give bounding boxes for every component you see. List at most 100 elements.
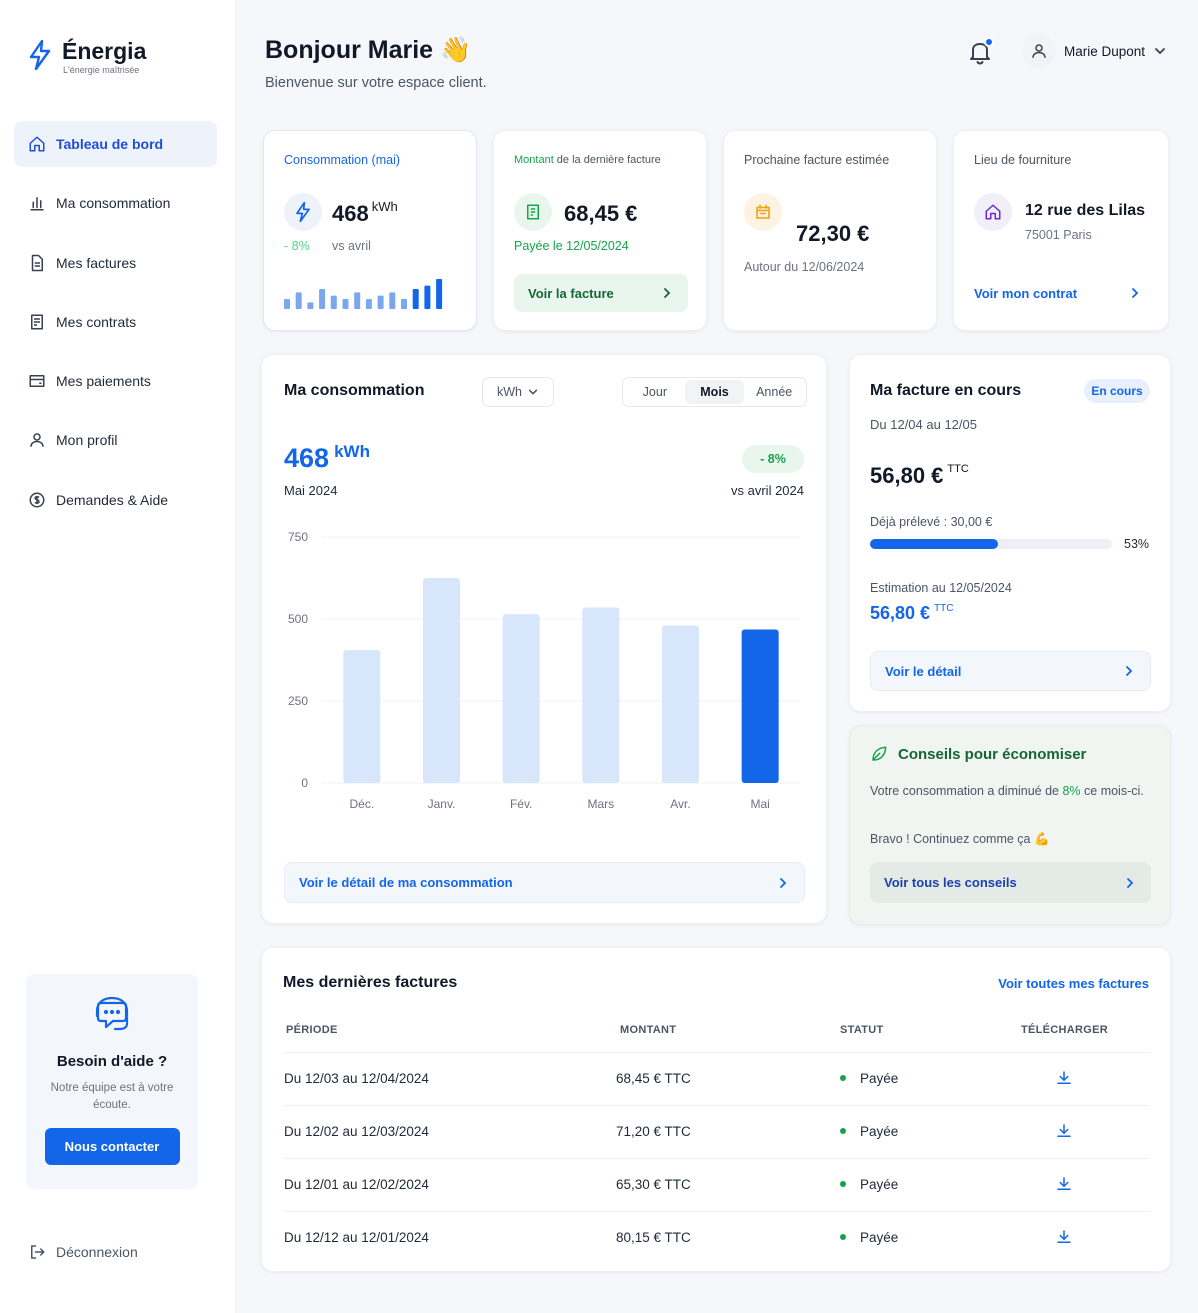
row-status: Payée — [840, 1177, 898, 1192]
column-header-period: PÉRIODE — [286, 1024, 338, 1036]
x-tick-label: Avr. — [670, 797, 690, 811]
view-all-invoices-link[interactable]: Voir toutes mes factures — [998, 976, 1149, 991]
sparkline-bar — [354, 292, 361, 309]
kpi-label: Consommation (mai) — [284, 153, 401, 167]
period-tab-day[interactable]: Jour — [625, 380, 685, 404]
period-tab-month[interactable]: Mois — [684, 380, 745, 404]
kpi-label: Montant de la dernière facture — [514, 154, 661, 166]
kpi-icon — [284, 193, 322, 231]
sidebar-item-payments[interactable]: Mes paiements — [14, 358, 217, 404]
contract-icon — [31, 314, 43, 330]
welcome-text: Bienvenue sur votre espace client. — [265, 75, 487, 91]
bill-amount: 56,80 € TTC — [870, 463, 969, 489]
y-tick-label: 500 — [288, 612, 308, 626]
row-period: Du 12/01 au 12/02/2024 — [284, 1177, 429, 1192]
brand-logo[interactable]: Énergia L'énergie maîtrisée — [28, 38, 146, 75]
calendar-icon — [756, 204, 770, 219]
view-consumption-detail-button[interactable]: Voir le détail de ma consommation — [284, 862, 805, 903]
row-period: Du 12/12 au 12/01/2024 — [284, 1230, 429, 1245]
tips-text-before: Votre consommation a diminué de — [870, 784, 1063, 798]
help-text: Notre équipe est à votre écoute. — [50, 1082, 174, 1111]
sparkline-chart — [284, 279, 443, 309]
next-bill-kpi-card: Prochaine facture estimée 72,30 € Autour… — [723, 130, 937, 331]
kpi-delta: - 8% — [284, 239, 310, 253]
invoices-title: Mes dernières factures — [283, 974, 458, 991]
avatar — [1022, 34, 1056, 68]
tips-text-after: ce mois-ci. — [1080, 784, 1144, 798]
estimate-amount-tax: TTC — [934, 603, 954, 614]
column-header-status: STATUT — [840, 1024, 884, 1036]
bill-amount-value: 56,80 € — [870, 463, 944, 488]
kpi-icon — [974, 193, 1012, 231]
chart-bar — [582, 607, 620, 783]
chevron-right-icon — [780, 877, 787, 888]
supply-kpi-card: Lieu de fourniture 12 rue des Lilas 7500… — [953, 130, 1169, 331]
download-icon[interactable] — [1055, 1122, 1073, 1140]
sparkline-bar — [307, 302, 314, 309]
user-menu[interactable]: Marie Dupont — [1022, 32, 1167, 70]
unit-select[interactable]: kWh — [482, 377, 554, 407]
sidebar-item-dashboard[interactable]: Tableau de bord — [14, 121, 217, 167]
sidebar-item-profile[interactable]: Mon profil — [14, 417, 217, 463]
contact-button[interactable]: Nous contacter — [44, 1128, 180, 1165]
sidebar-item-invoices[interactable]: Mes factures — [14, 240, 217, 286]
sidebar-item-consumption[interactable]: Ma consommation — [14, 180, 217, 226]
sparkline-bar — [295, 292, 302, 309]
view-invoice-button[interactable]: Voir la facture — [514, 274, 688, 312]
house-icon — [985, 204, 1001, 220]
view-bill-detail-button[interactable]: Voir le détail — [870, 651, 1151, 691]
consumption-title: Ma consommation — [284, 382, 425, 399]
tips-text-highlight: 8% — [1062, 784, 1081, 798]
lightning-icon — [296, 202, 310, 222]
download-icon[interactable] — [1055, 1175, 1073, 1193]
period-toggle: Jour Mois Année — [622, 377, 807, 407]
download-icon[interactable] — [1055, 1228, 1073, 1246]
help-icon — [29, 492, 45, 508]
table-row: Du 12/12 au 12/01/2024 80,15 € TTC Payée — [284, 1211, 1150, 1264]
supply-street: 12 rue des Lilas — [1025, 202, 1146, 219]
download-icon[interactable] — [1055, 1069, 1073, 1087]
sidebar-item-contracts[interactable]: Mes contrats — [14, 299, 217, 345]
sidebar-item-label: Mes factures — [56, 254, 137, 271]
chevron-down-icon — [1155, 48, 1165, 55]
tips-text: Votre consommation a diminué de 8% ce mo… — [870, 782, 1150, 801]
x-tick-label: Janv. — [428, 797, 456, 811]
help-card: Besoin d'aide ? Notre équipe est à votre… — [26, 974, 198, 1189]
row-period: Du 12/03 au 12/04/2024 — [284, 1071, 429, 1086]
status-dot — [840, 1128, 846, 1135]
kpi-status: Payée le 12/05/2024 — [514, 239, 629, 253]
kpi-label-rest: de la dernière facture — [553, 154, 661, 166]
sparkline-bar — [284, 299, 290, 309]
chart-bar — [502, 614, 540, 783]
sidebar-item-help[interactable]: Demandes & Aide — [14, 477, 217, 523]
row-status-label: Payée — [860, 1071, 899, 1086]
current-bill-title: Ma facture en cours — [870, 382, 1022, 399]
status-dot — [840, 1181, 846, 1188]
last-bill-kpi-card: Montant de la dernière facture 68,45 € P… — [493, 130, 707, 331]
support-chat-icon — [95, 996, 129, 1031]
logout-icon — [31, 1245, 45, 1259]
consumption-bar-chart: 750 500 250 0 Déc. Janv. Fév. Mars Avr. Mai — [288, 530, 800, 811]
chevron-right-icon — [1132, 288, 1139, 298]
kpi-label-prefix: Montant — [514, 154, 554, 166]
status-dot — [840, 1075, 846, 1082]
sparkline-bar — [412, 289, 419, 309]
button-label: Voir tous les conseils — [884, 875, 1017, 890]
chevron-right-icon — [1127, 877, 1134, 888]
view-contract-link[interactable]: Voir mon contrat — [960, 274, 1156, 312]
sidebar-nav: Tableau de bord Ma consommation Mes fact… — [14, 121, 217, 536]
chevron-right-icon — [664, 288, 671, 298]
estimate-label: Estimation au 12/05/2024 — [870, 581, 1012, 595]
x-tick-label: Mai — [750, 797, 769, 811]
period-tab-year[interactable]: Année — [744, 380, 804, 404]
status-dot — [840, 1234, 846, 1241]
bill-period: Du 12/04 au 12/05 — [870, 417, 977, 432]
kpi-date: Autour du 12/06/2024 — [744, 260, 865, 274]
x-tick-label: Fév. — [510, 797, 532, 811]
logout-button[interactable]: Déconnexion — [28, 1243, 138, 1261]
view-tips-button[interactable]: Voir tous les conseils — [870, 862, 1151, 903]
wallet-icon — [29, 375, 45, 388]
lightning-icon — [29, 40, 51, 70]
tips-card: Conseils pour économiser Votre consommat… — [849, 725, 1171, 925]
chart-bar — [662, 625, 699, 783]
